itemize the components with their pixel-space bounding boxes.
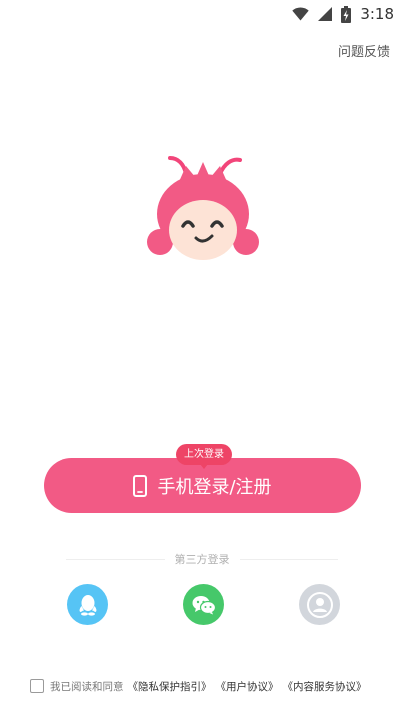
last-login-badge: 上次登录 — [176, 444, 232, 469]
feedback-link[interactable]: 问题反馈 — [338, 41, 390, 60]
content-service-link[interactable]: 《内容服务协议》 — [283, 679, 367, 694]
agreement-prefix: 我已阅读和同意 — [50, 680, 124, 693]
user-icon — [306, 591, 333, 618]
qq-login-button[interactable] — [67, 584, 108, 625]
mascot-logo — [147, 156, 259, 260]
battery-charging-icon — [341, 5, 352, 23]
status-icons: 3:18 — [292, 4, 394, 24]
agreement-row: 我已阅读和同意 《隐私保护指引》 《用户协议》 《内容服务协议》 — [30, 677, 367, 695]
phone-icon — [133, 474, 148, 497]
divider-line-left — [66, 558, 165, 560]
wifi-icon — [292, 7, 310, 21]
qq-icon — [79, 594, 96, 616]
user-agreement-link[interactable]: 《用户协议》 — [216, 679, 279, 694]
divider-line-right — [239, 558, 338, 560]
wechat-icon — [192, 595, 216, 614]
signal-icon — [318, 7, 333, 21]
agreement-checkbox[interactable] — [30, 679, 44, 693]
status-bar: 3:18 — [0, 0, 404, 28]
privacy-policy-link[interactable]: 《隐私保护指引》 — [128, 679, 212, 694]
third-party-divider: 第三方登录 — [66, 550, 338, 568]
phone-login-label: 手机登录/注册 — [157, 476, 272, 498]
status-time: 3:18 — [360, 5, 394, 23]
guest-login-button[interactable] — [299, 584, 340, 625]
wechat-login-button[interactable] — [183, 584, 224, 625]
third-party-label: 第三方登录 — [174, 553, 230, 566]
